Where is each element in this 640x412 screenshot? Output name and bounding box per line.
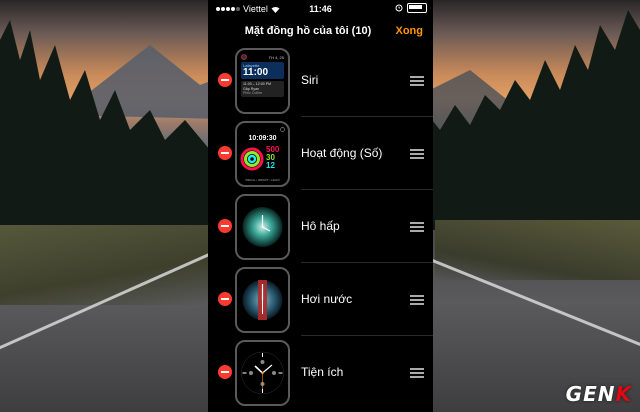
status-bar: Viettel 11:46 xyxy=(208,0,433,18)
activity-rings-icon xyxy=(240,147,264,171)
watch-face-preview-breathe[interactable] xyxy=(235,194,290,260)
alarm-icon xyxy=(395,4,403,12)
reorder-handle-icon[interactable] xyxy=(410,222,424,234)
utility-clock-icon xyxy=(241,351,284,395)
reorder-handle-icon[interactable] xyxy=(410,368,424,380)
watermark-text-b: K xyxy=(615,382,632,406)
face-label: Tiện ích xyxy=(301,365,344,379)
phone-screen: Viettel 11:46 Mặt đồng hồ của tôi (10) X… xyxy=(208,0,433,412)
siri-place: Philz Coffee xyxy=(243,91,263,95)
face-row-siri: TH 4, 25 Lafayette 11:00 11:00 – 12:00 P… xyxy=(208,45,433,117)
reorder-handle-icon[interactable] xyxy=(410,295,424,307)
activity-time: 10:09:30 xyxy=(248,135,277,142)
page-title: Mặt đồng hồ của tôi (10) xyxy=(244,25,372,37)
face-row-breathe: Hô hấp xyxy=(208,191,433,263)
row-separator xyxy=(301,116,433,117)
navigation-bar: Mặt đồng hồ của tôi (10) Xong xyxy=(208,20,433,44)
watch-face-preview-activity[interactable]: 10:09:30 500 30 12 500CAL • 30PHÚT • 12G… xyxy=(235,121,290,187)
delete-icon[interactable] xyxy=(218,292,232,306)
delete-icon[interactable] xyxy=(218,73,232,87)
row-separator xyxy=(301,189,433,190)
delete-icon[interactable] xyxy=(218,146,232,160)
face-label: Hoạt động (Số) xyxy=(301,146,383,160)
face-label: Hô hấp xyxy=(301,219,340,233)
watch-face-preview-vapor[interactable] xyxy=(235,267,290,333)
row-separator xyxy=(301,335,433,336)
grass-left xyxy=(0,225,210,305)
delete-icon[interactable] xyxy=(218,219,232,233)
row-separator xyxy=(301,262,433,263)
siri-date: TH 4, 25 xyxy=(268,54,284,60)
siri-time: 11:00 xyxy=(243,67,269,78)
watch-face-preview-utility[interactable] xyxy=(235,340,290,406)
battery-icon xyxy=(407,3,427,13)
face-label: Siri xyxy=(301,73,319,87)
vapor-face-icon xyxy=(242,280,283,320)
face-row-activity: 10:09:30 500 30 12 500CAL • 30PHÚT • 12G… xyxy=(208,118,433,190)
delete-icon[interactable] xyxy=(218,365,232,379)
face-label: Hơi nước xyxy=(301,292,353,306)
activity-stand-value: 12 xyxy=(266,161,275,170)
watermark-text-a: GEN xyxy=(565,382,616,406)
done-button[interactable]: Xong xyxy=(396,25,424,37)
reorder-handle-icon[interactable] xyxy=(410,76,424,88)
activity-footer: 500CAL • 30PHÚT • 12GIỜ xyxy=(245,178,280,182)
reorder-handle-icon[interactable] xyxy=(410,149,424,161)
siri-icon xyxy=(241,54,247,60)
watch-face-preview-siri[interactable]: TH 4, 25 Lafayette 11:00 11:00 – 12:00 P… xyxy=(235,48,290,114)
grass-right xyxy=(435,220,640,280)
genk-watermark-logo: GENK xyxy=(566,382,632,406)
face-row-utility: Tiện ích xyxy=(208,337,433,409)
activity-complication-icon xyxy=(280,127,285,132)
breathe-flower-icon xyxy=(242,207,283,247)
face-row-vapor: Hơi nước xyxy=(208,264,433,336)
